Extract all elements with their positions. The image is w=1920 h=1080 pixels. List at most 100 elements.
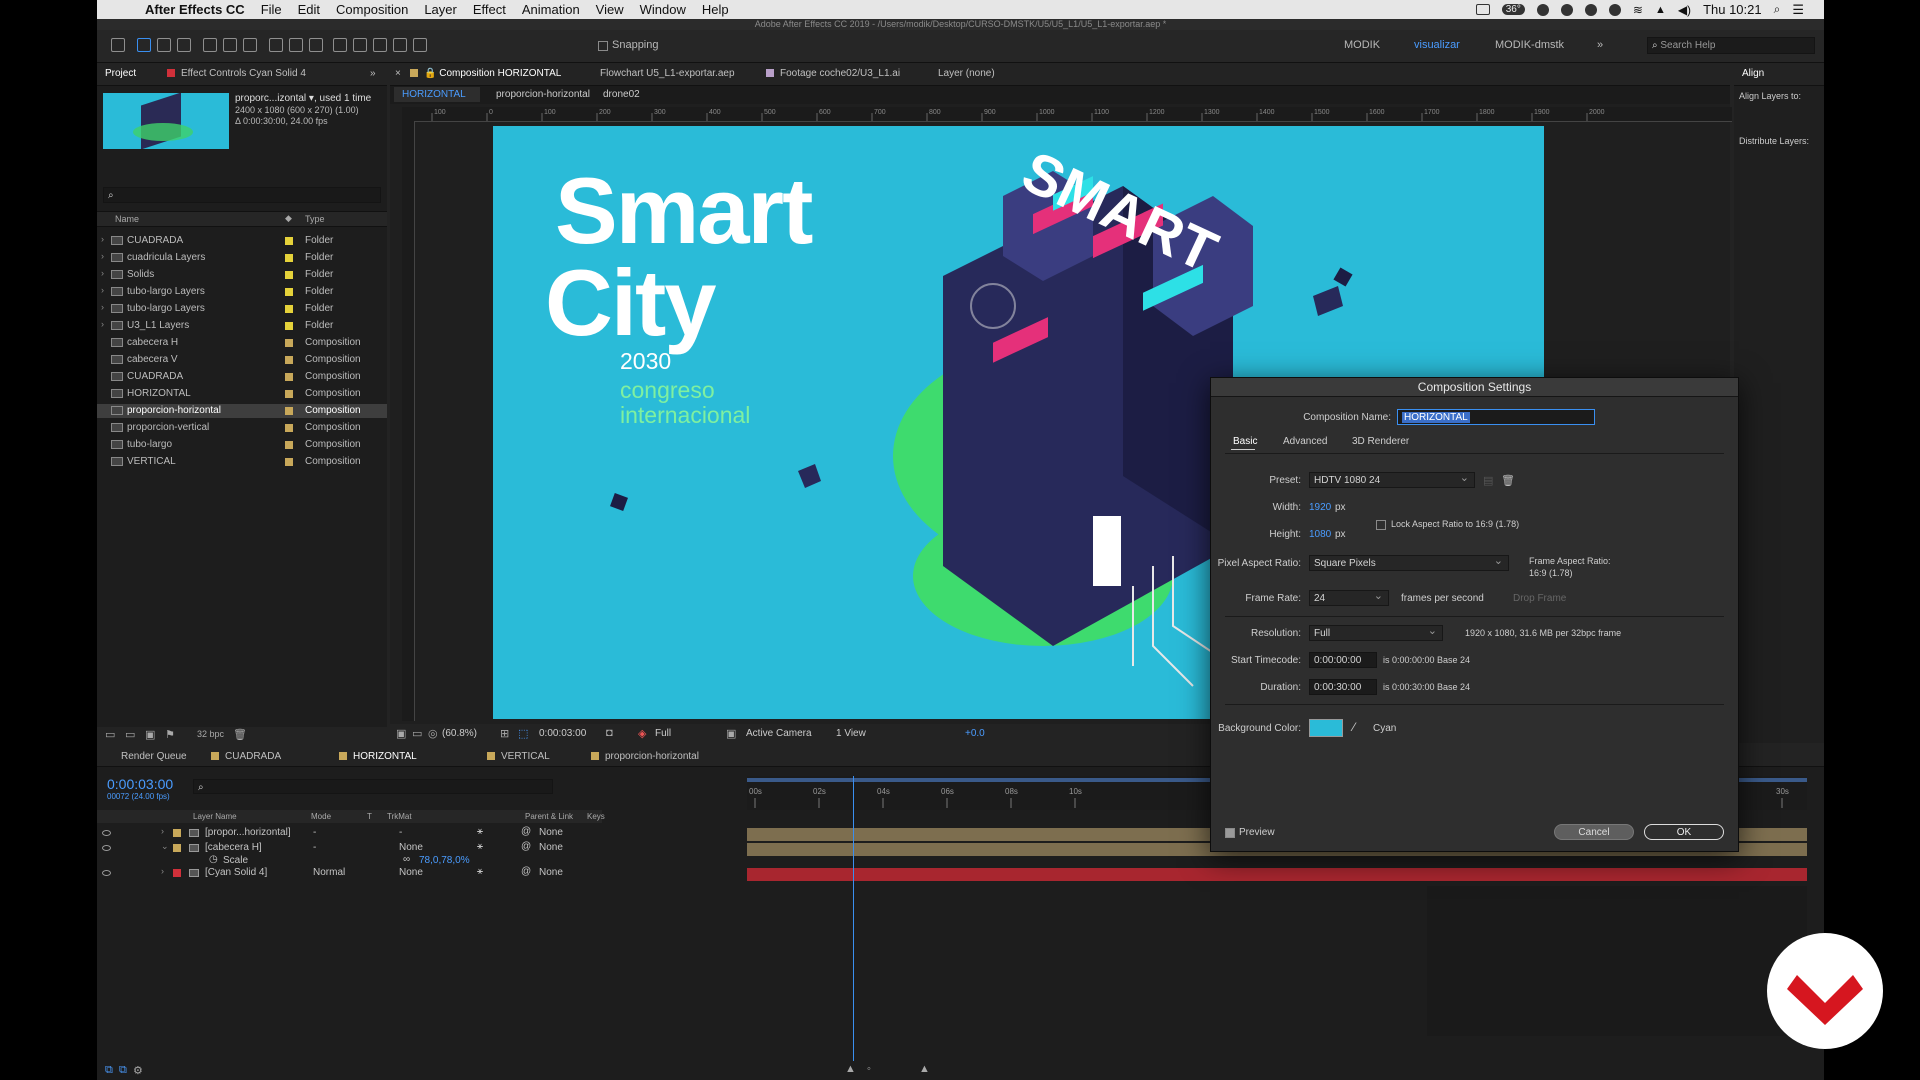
label-color[interactable] bbox=[285, 458, 293, 466]
col-parent[interactable]: Parent & Link bbox=[525, 812, 573, 821]
menu-help[interactable]: Help bbox=[694, 2, 737, 17]
project-item[interactable]: › tubo-largo Layers Folder bbox=[97, 302, 387, 316]
lock-aspect-checkbox[interactable] bbox=[1376, 520, 1386, 530]
layer-parent[interactable]: None bbox=[539, 827, 563, 838]
screen-record-icon[interactable] bbox=[1475, 4, 1490, 15]
selection-tool-icon[interactable] bbox=[137, 38, 151, 52]
exposure-value[interactable]: +0.0 bbox=[965, 728, 985, 739]
project-item[interactable]: HORIZONTAL Composition bbox=[97, 387, 387, 401]
zoom-out-icon[interactable]: ▲ bbox=[845, 1063, 856, 1075]
snapping-checkbox[interactable] bbox=[598, 41, 608, 51]
menu-edit[interactable]: Edit bbox=[290, 2, 328, 17]
label-color[interactable] bbox=[285, 356, 293, 364]
twirl-arrow-icon[interactable]: › bbox=[161, 826, 164, 836]
twirl-arrow-icon[interactable]: › bbox=[161, 866, 164, 876]
trash-icon[interactable]: 🗑 bbox=[233, 728, 247, 741]
expand-arrow-icon[interactable]: › bbox=[101, 251, 104, 261]
expand-arrow-icon[interactable]: › bbox=[101, 302, 104, 312]
shy-switch-icon[interactable]: ⚹ bbox=[477, 866, 483, 877]
label-color[interactable] bbox=[285, 271, 293, 279]
label-col-icon[interactable]: ◆ bbox=[285, 213, 292, 224]
project-item[interactable]: VERTICAL Composition bbox=[97, 455, 387, 469]
zoom-dropdown[interactable]: (60.8%) bbox=[442, 728, 477, 739]
col-trkmat[interactable]: TrkMat bbox=[387, 812, 412, 821]
menu-animation[interactable]: Animation bbox=[514, 2, 588, 17]
layer-trkmat[interactable]: None bbox=[399, 842, 423, 853]
bit-depth-button[interactable]: 32 bpc bbox=[197, 729, 224, 739]
interpret-footage-icon[interactable]: ▭ bbox=[105, 728, 115, 741]
layer-trkmat[interactable]: None bbox=[399, 867, 423, 878]
layer-parent[interactable]: None bbox=[539, 842, 563, 853]
airplay-icon[interactable]: ▲ bbox=[1655, 4, 1666, 16]
label-color[interactable] bbox=[285, 339, 293, 347]
rotate-tool-icon[interactable] bbox=[203, 38, 217, 52]
label-color[interactable] bbox=[285, 237, 293, 245]
zoom-tool-icon[interactable] bbox=[177, 38, 191, 52]
resolution-dropdown[interactable]: Full bbox=[655, 728, 671, 739]
camera-dropdown[interactable]: Active Camera bbox=[746, 728, 812, 739]
home-icon[interactable] bbox=[111, 38, 125, 52]
notification-icon[interactable]: ☰ bbox=[1792, 2, 1804, 18]
label-color[interactable] bbox=[285, 288, 293, 296]
pickwhip-icon[interactable]: @ bbox=[521, 841, 531, 852]
layer-name[interactable]: [propor...horizontal] bbox=[205, 827, 291, 838]
tab-footage[interactable]: Footage coche02/U3_L1.ai bbox=[766, 68, 900, 79]
expand-arrow-icon[interactable]: › bbox=[101, 234, 104, 244]
cancel-button[interactable]: Cancel bbox=[1554, 824, 1634, 840]
pickwhip-icon[interactable]: @ bbox=[521, 826, 531, 837]
shy-switch-icon[interactable]: ⚹ bbox=[477, 841, 483, 852]
eye-icon[interactable] bbox=[102, 845, 111, 851]
workspaces-more-icon[interactable]: » bbox=[1597, 39, 1603, 51]
dialog-tab-basic[interactable]: Basic bbox=[1233, 436, 1257, 447]
col-keys[interactable]: Keys bbox=[587, 812, 605, 821]
menu-view[interactable]: View bbox=[588, 2, 632, 17]
puppet-tool-icon[interactable] bbox=[413, 38, 427, 52]
pan-behind-tool-icon[interactable] bbox=[243, 38, 257, 52]
dropdown-arrow-icon[interactable]: ▾ bbox=[306, 93, 314, 104]
preset-dropdown[interactable]: HDTV 1080 24 bbox=[1309, 471, 1475, 488]
clone-tool-icon[interactable] bbox=[353, 38, 367, 52]
camera-tool-icon[interactable] bbox=[223, 38, 237, 52]
timeline-search-input[interactable]: ⌕ bbox=[193, 779, 553, 794]
tab-layer[interactable]: Layer (none) bbox=[938, 68, 995, 79]
project-item[interactable]: › tubo-largo Layers Folder bbox=[97, 285, 387, 299]
zoom-in-icon[interactable]: ▲ bbox=[919, 1063, 930, 1075]
new-comp-icon[interactable]: ▣ bbox=[145, 728, 155, 741]
col-name[interactable]: Name bbox=[115, 214, 139, 224]
eyedropper-icon[interactable]: ⁄ bbox=[1353, 720, 1355, 734]
menu-file[interactable]: File bbox=[253, 2, 290, 17]
snapshot-region-icon[interactable]: ⬚ bbox=[518, 727, 528, 740]
layer-row[interactable]: › [propor...horizontal] - - ⚹ @ None bbox=[97, 826, 747, 841]
eye-icon[interactable] bbox=[102, 830, 111, 836]
height-value[interactable]: 1080 bbox=[1309, 529, 1331, 540]
playhead[interactable] bbox=[853, 776, 854, 1061]
layer-row[interactable]: › [Cyan Solid 4] Normal None ⚹ @ None bbox=[97, 866, 747, 881]
layer-name[interactable]: [cabecera H] bbox=[205, 842, 262, 853]
label-color[interactable] bbox=[285, 441, 293, 449]
current-timecode[interactable]: 0:00:03:00 bbox=[107, 776, 173, 792]
background-color-swatch[interactable] bbox=[1309, 719, 1343, 737]
pixel-aspect-dropdown[interactable]: Square Pixels bbox=[1309, 554, 1509, 571]
pickwhip-icon[interactable]: @ bbox=[521, 866, 531, 877]
channel-icon[interactable]: ◈ bbox=[638, 727, 646, 740]
flowchart-icon[interactable]: ⚑ bbox=[165, 728, 175, 741]
hand-tool-icon[interactable] bbox=[157, 38, 171, 52]
dialog-tab-advanced[interactable]: Advanced bbox=[1283, 436, 1327, 447]
label-color[interactable] bbox=[285, 254, 293, 262]
layer-name[interactable]: [Cyan Solid 4] bbox=[205, 867, 267, 878]
always-preview-icon[interactable]: ▣ bbox=[396, 727, 406, 740]
drop-frame-dropdown[interactable]: Drop Frame bbox=[1513, 593, 1566, 604]
project-item[interactable]: › cuadricula Layers Folder bbox=[97, 251, 387, 265]
cloud-icon[interactable] bbox=[1584, 3, 1597, 16]
project-item[interactable]: tubo-largo Composition bbox=[97, 438, 387, 452]
delete-preset-icon[interactable]: 🗑 bbox=[1501, 474, 1515, 487]
label-color[interactable] bbox=[285, 390, 293, 398]
project-search-input[interactable]: ⌕ bbox=[103, 187, 381, 203]
tab-timeline-horizontal[interactable]: HORIZONTAL bbox=[339, 751, 417, 762]
expand-arrow-icon[interactable]: › bbox=[101, 285, 104, 295]
eraser-tool-icon[interactable] bbox=[373, 38, 387, 52]
roto-brush-tool-icon[interactable] bbox=[393, 38, 407, 52]
volume-icon[interactable]: ◀) bbox=[1678, 3, 1691, 17]
new-folder-icon[interactable]: ▭ bbox=[125, 728, 135, 741]
layer-parent[interactable]: None bbox=[539, 867, 563, 878]
